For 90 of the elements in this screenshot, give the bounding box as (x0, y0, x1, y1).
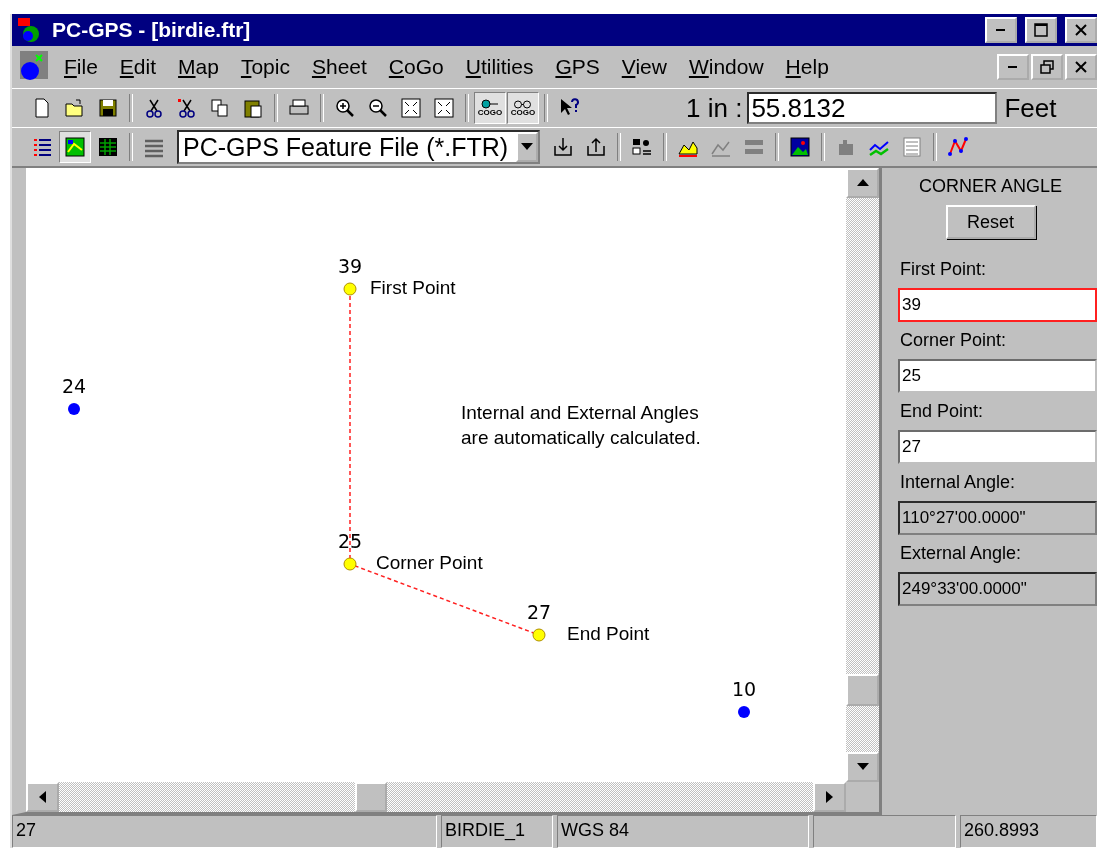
map-icon (64, 136, 86, 158)
horizontal-scrollbar[interactable] (26, 782, 879, 812)
file-type-dropdown[interactable]: PC-GPS Feature File (*.FTR) (177, 130, 541, 164)
down-arrow-icon (856, 763, 869, 771)
scroll-thumb[interactable] (355, 782, 387, 812)
panel-title: CORNER ANGLE (918, 176, 1062, 197)
scroll-thumb[interactable] (846, 674, 879, 706)
menu-item[interactable]: Edit (107, 55, 167, 79)
menu-item[interactable]: Sheet (299, 55, 377, 79)
clipboard-icon (242, 97, 264, 119)
map-button[interactable] (59, 131, 91, 163)
minimize-button[interactable] (997, 54, 1029, 80)
status-pane: WGS 84 (557, 815, 809, 848)
maximize-button[interactable] (1025, 17, 1057, 43)
menu-item[interactable]: CoGo (376, 55, 454, 79)
minimize-icon (1008, 65, 1018, 69)
fit-frame-icon (400, 97, 422, 119)
field-label: End Point: (900, 401, 984, 422)
window-title: PC-GPS - [birdie.ftr] (52, 18, 252, 42)
scale-label: 1 in : (686, 92, 743, 124)
folder-icon (64, 97, 86, 119)
field-label: First Point: (900, 259, 987, 280)
close-icon (1075, 61, 1087, 73)
menu-item[interactable]: Topic (228, 55, 300, 79)
readonly-field[interactable]: 110°27'00.0000" (898, 501, 1097, 535)
scroll-right-button[interactable] (813, 782, 846, 812)
restore-icon (1040, 60, 1054, 74)
field-label: Internal Angle: (900, 472, 1016, 493)
maximize-icon (1034, 23, 1048, 37)
point-caption: First Point (370, 277, 456, 299)
scrollbar-corner (846, 782, 879, 812)
list-icon (31, 136, 53, 158)
scroll-left-button[interactable] (26, 782, 59, 812)
cogo-target-button[interactable]: COGO (474, 92, 506, 124)
status-pane: 27 (12, 815, 437, 848)
restore-button[interactable] (1031, 54, 1063, 80)
minimize-icon (996, 28, 1006, 32)
menu-item[interactable]: Utilities (453, 55, 544, 79)
point-caption: Corner Point (376, 552, 483, 574)
unit-label: Feet (1004, 92, 1057, 124)
zoom-out-icon (367, 97, 389, 119)
table-icon (97, 136, 119, 158)
expand-frame-icon (433, 97, 455, 119)
point-number: 39 (337, 255, 363, 277)
copy-icon (209, 97, 231, 119)
menu-item[interactable]: GPS (543, 55, 610, 79)
import-icon (552, 136, 575, 158)
input-field[interactable]: 27 (898, 430, 1097, 464)
cogo-glasses-icon (514, 99, 532, 109)
scissors-icon (143, 97, 165, 119)
scale-field[interactable]: 55.8132 (747, 92, 998, 124)
menu-item[interactable]: Window (676, 55, 774, 79)
point-number: 24 (61, 375, 87, 397)
readonly-field[interactable]: 249°33'00.0000" (898, 572, 1097, 606)
query-icon (631, 136, 654, 158)
field-label: External Angle: (900, 543, 1022, 564)
close-icon (1075, 24, 1087, 36)
scissors-dots-icon (176, 97, 198, 119)
network-icon (947, 136, 970, 158)
info-note: Internal and External Angles are automatically calculated. (461, 401, 701, 450)
vertical-scrollbar[interactable] (846, 168, 879, 782)
close-button[interactable] (1065, 54, 1097, 80)
point-number: 10 (731, 678, 757, 700)
menu-item[interactable]: Help (773, 55, 839, 79)
menu-item[interactable]: View (609, 55, 677, 79)
field-label: Corner Point: (900, 330, 1007, 351)
grid-faded-icon (901, 136, 924, 158)
right-arrow-icon (825, 791, 834, 803)
status-pane: BIRDIE_1 (441, 815, 553, 848)
input-field[interactable]: 25 (898, 359, 1097, 393)
export-icon (585, 136, 608, 158)
input-field[interactable]: 39 (898, 288, 1097, 322)
cogo-target-icon (481, 99, 499, 109)
scroll-down-button[interactable] (846, 752, 879, 782)
scroll-up-button[interactable] (846, 168, 879, 198)
close-button[interactable] (1065, 17, 1097, 43)
minimize-button[interactable] (985, 17, 1017, 43)
status-pane: 260.8993 (960, 815, 1097, 848)
menu-item[interactable]: File (52, 55, 108, 79)
reset-button[interactable]: Reset (945, 205, 1036, 239)
cogo-glasses-button[interactable]: COGO (507, 92, 539, 124)
left-arrow-icon (38, 791, 47, 803)
up-arrow-icon (856, 179, 869, 187)
menu-item[interactable]: Map (166, 55, 229, 79)
dropdown-arrow-icon (521, 143, 534, 151)
picture-icon (789, 136, 812, 158)
point-number: 27 (526, 601, 552, 623)
point-caption: End Point (567, 623, 650, 645)
zoom-in-icon (334, 97, 356, 119)
point-number: 25 (337, 530, 363, 552)
